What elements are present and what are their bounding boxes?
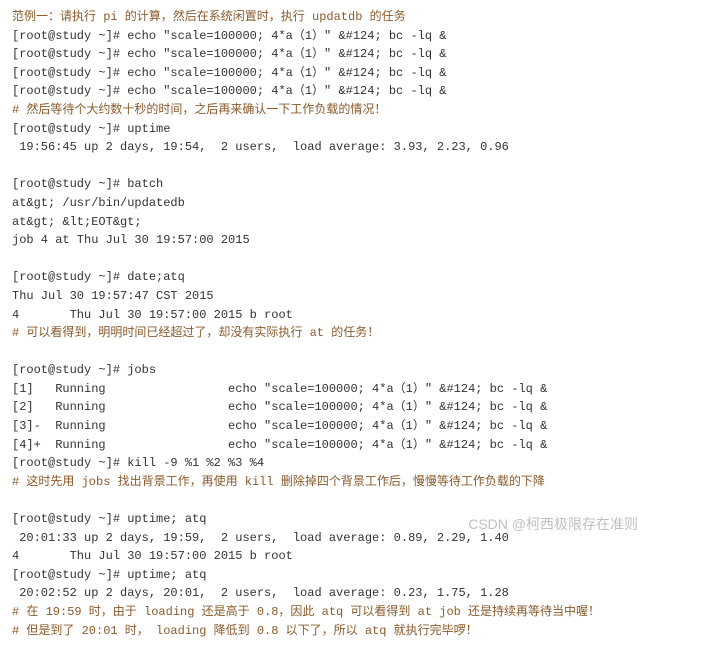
terminal-line: # 这时先用 jobs 找出背景工作，再使用 kill 删除掉四个背景工作后，慢… [12, 475, 545, 489]
terminal-line: [root@study ~]# echo "scale=100000; 4*a（… [12, 66, 446, 80]
terminal-line: [3]- Running echo "scale=100000; 4*a（1）"… [12, 419, 547, 433]
terminal-line: # 但是到了 20:01 时， loading 降低到 0.8 以下了，所以 a… [12, 624, 478, 638]
terminal-line: [root@study ~]# kill -9 %1 %2 %3 %4 [12, 456, 264, 470]
terminal-line: 20:02:52 up 2 days, 20:01, 2 users, load… [12, 586, 509, 600]
terminal-line: 19:56:45 up 2 days, 19:54, 2 users, load… [12, 140, 509, 154]
terminal-line: 4 Thu Jul 30 19:57:00 2015 b root [12, 549, 293, 563]
terminal-line: 4 Thu Jul 30 19:57:00 2015 b root [12, 308, 293, 322]
terminal-output: 范例一：请执行 pi 的计算，然后在系统闲置时，执行 updatdb 的任务 [… [0, 0, 708, 648]
terminal-line: [root@study ~]# jobs [12, 363, 156, 377]
terminal-line: 范例一：请执行 pi 的计算，然后在系统闲置时，执行 updatdb 的任务 [12, 10, 406, 24]
terminal-line: 20:01:33 up 2 days, 19:59, 2 users, load… [12, 531, 509, 545]
terminal-line: at&gt; /usr/bin/updatedb [12, 196, 185, 210]
terminal-line: # 在 19:59 时，由于 loading 还是高于 0.8，因此 atq 可… [12, 605, 600, 619]
terminal-line: [root@study ~]# echo "scale=100000; 4*a（… [12, 47, 446, 61]
terminal-line: [root@study ~]# echo "scale=100000; 4*a（… [12, 29, 446, 43]
terminal-line: Thu Jul 30 19:57:47 CST 2015 [12, 289, 214, 303]
terminal-line: at&gt; &lt;EOT&gt; [12, 215, 142, 229]
terminal-line: [1] Running echo "scale=100000; 4*a（1）" … [12, 382, 547, 396]
terminal-line: [root@study ~]# date;atq [12, 270, 185, 284]
terminal-line: [root@study ~]# uptime; atq [12, 512, 206, 526]
terminal-line: [root@study ~]# uptime [12, 122, 170, 136]
terminal-line: [2] Running echo "scale=100000; 4*a（1）" … [12, 400, 547, 414]
terminal-line: [root@study ~]# batch [12, 177, 163, 191]
terminal-line: [4]+ Running echo "scale=100000; 4*a（1）"… [12, 438, 547, 452]
terminal-line: # 然后等待个大约数十秒的时间，之后再来确认一下工作负载的情况！ [12, 103, 386, 117]
terminal-line: # 可以看得到，明明时间已经超过了，却没有实际执行 at 的任务！ [12, 326, 379, 340]
terminal-line: [root@study ~]# echo "scale=100000; 4*a（… [12, 84, 446, 98]
terminal-line: [root@study ~]# uptime; atq [12, 568, 206, 582]
terminal-line: job 4 at Thu Jul 30 19:57:00 2015 [12, 233, 250, 247]
